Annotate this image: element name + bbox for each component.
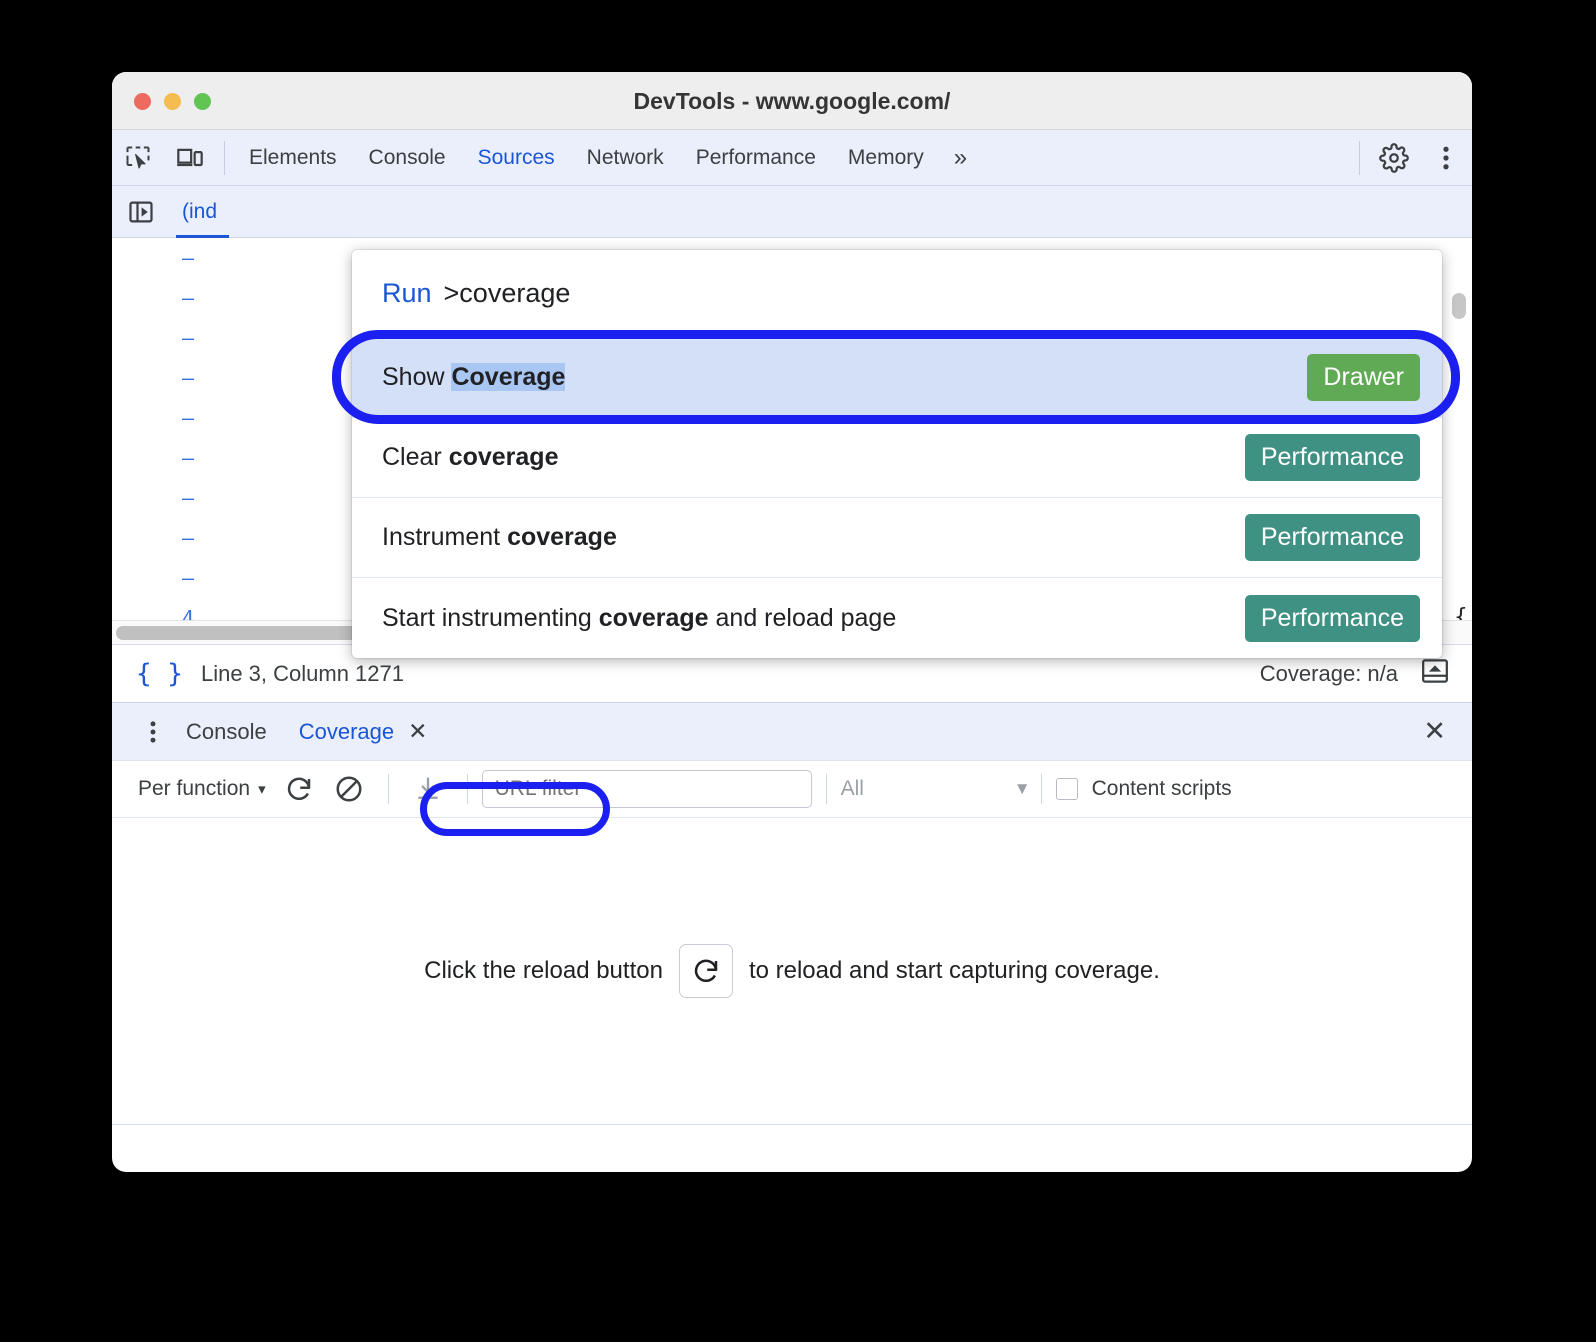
drawer-tab-coverage[interactable]: Coverage ✕: [283, 703, 444, 761]
toolbar-divider: [466, 774, 468, 804]
line-number: –: [181, 246, 194, 270]
command-item-badge: Performance: [1244, 594, 1420, 642]
line-number: –: [181, 566, 194, 590]
tab-network[interactable]: Network: [571, 130, 680, 186]
tab-sources[interactable]: Sources: [462, 130, 571, 186]
coverage-empty-state: Click the reload button to reload and st…: [112, 818, 1472, 1124]
command-item-label: Start instrumenting coverage and reload …: [382, 604, 1245, 633]
toolbar-divider: [224, 140, 225, 175]
command-item-match: coverage: [598, 603, 709, 632]
close-coverage-tab-icon[interactable]: ✕: [408, 718, 427, 745]
coverage-hint-before: Click the reload button: [424, 957, 663, 984]
line-number: –: [181, 526, 194, 550]
toolbar-divider: [1040, 774, 1042, 804]
line-number: –: [181, 486, 194, 510]
window-titlebar: DevTools - www.google.com/: [112, 72, 1472, 130]
coverage-hint-after: to reload and start capturing coverage.: [748, 957, 1160, 984]
line-number: –: [181, 446, 194, 470]
reload-icon[interactable]: [274, 774, 324, 804]
command-item-label: Instrument coverage: [382, 523, 1245, 552]
command-item-label: Show Coverage: [382, 363, 1307, 392]
coverage-granularity-label: Per function: [138, 777, 251, 800]
command-item-match: coverage: [507, 523, 617, 551]
tab-elements[interactable]: Elements: [233, 130, 353, 186]
devtools-window: DevTools - www.google.com/ Elements Cons…: [112, 72, 1472, 1172]
drawer-footer-divider: [112, 1124, 1472, 1125]
command-menu[interactable]: Run >coverage Show Coverage Drawer Clear…: [352, 250, 1442, 658]
command-item-match: coverage: [448, 443, 559, 471]
editor-vertical-scrollbar[interactable]: [1452, 293, 1466, 319]
tab-memory[interactable]: Memory: [832, 130, 940, 186]
command-menu-results: Show Coverage Drawer Clear coverage Perf…: [352, 338, 1442, 658]
command-item-instrument-coverage[interactable]: Instrument coverage Performance: [352, 498, 1442, 578]
command-item-label: Clear coverage: [382, 443, 1245, 472]
command-menu-mode-label: Run: [382, 278, 432, 308]
tab-console[interactable]: Console: [353, 130, 462, 186]
tab-performance[interactable]: Performance: [680, 130, 832, 186]
command-item-badge: Performance: [1244, 514, 1420, 561]
show-drawer-icon[interactable]: [1420, 658, 1450, 690]
command-item-prefix: Clear: [382, 443, 449, 471]
chevron-down-icon: ▾: [258, 781, 266, 798]
kebab-menu-icon[interactable]: [136, 718, 170, 746]
drawer-tab-console[interactable]: Console: [170, 703, 283, 761]
device-toolbar-icon[interactable]: [164, 136, 216, 180]
command-item-badge: Performance: [1244, 434, 1420, 481]
devtools-main-tabbar: Elements Console Sources Network Perform…: [112, 130, 1472, 186]
drawer-tab-coverage-label: Coverage: [298, 718, 395, 744]
gear-icon[interactable]: [1368, 136, 1420, 180]
command-item-match: Coverage: [451, 363, 566, 391]
line-number: –: [181, 286, 194, 310]
toolbar-divider: [387, 774, 389, 804]
url-filter-input[interactable]: [481, 770, 812, 808]
file-tab-index[interactable]: (ind: [170, 186, 230, 238]
toolbar-divider: [825, 774, 827, 804]
command-item-prefix: Show: [382, 363, 452, 391]
status-bar-right: Coverage: n/a: [1260, 658, 1450, 690]
kebab-menu-icon[interactable]: [1420, 136, 1472, 180]
pretty-print-braces-icon[interactable]: { }: [136, 659, 183, 689]
content-scripts-checkbox-row[interactable]: Content scripts: [1055, 777, 1232, 801]
chevron-down-icon: ▼: [1013, 779, 1031, 798]
close-drawer-icon[interactable]: ✕: [1423, 716, 1446, 747]
window-title: DevTools - www.google.com/: [633, 88, 951, 114]
coverage-granularity-select[interactable]: Per function ▾: [130, 777, 274, 801]
command-item-suffix: and reload page: [708, 603, 897, 632]
coverage-status: Coverage: n/a: [1259, 660, 1398, 686]
coverage-toolbar: Per function ▾ All ▼: [112, 760, 1472, 818]
command-item-prefix: Start instrumenting: [382, 603, 599, 632]
cursor-position: Line 3, Column 1271: [200, 660, 404, 686]
download-export-icon[interactable]: [403, 775, 453, 803]
coverage-type-filter-label: All: [840, 777, 864, 800]
show-navigator-icon[interactable]: [112, 186, 170, 238]
drawer-tabbar: Console Coverage ✕ ✕: [112, 702, 1472, 760]
coverage-type-filter-select[interactable]: All ▼: [841, 777, 1041, 801]
command-item-show-coverage[interactable]: Show Coverage Drawer: [352, 338, 1442, 418]
line-number: –: [181, 326, 194, 350]
coverage-hint: Click the reload button to reload and st…: [424, 944, 1160, 998]
content-scripts-label: Content scripts: [1091, 777, 1232, 800]
command-item-badge: Drawer: [1307, 354, 1420, 401]
command-item-clear-coverage[interactable]: Clear coverage Performance: [352, 418, 1442, 498]
command-menu-query-row[interactable]: Run >coverage: [352, 250, 1442, 338]
command-item-prefix: Instrument: [382, 523, 508, 551]
line-number: –: [181, 366, 194, 390]
inspect-element-icon[interactable]: [112, 136, 164, 180]
command-item-start-instrumenting-coverage[interactable]: Start instrumenting coverage and reload …: [352, 578, 1442, 658]
tabbar-right-group: [1351, 130, 1472, 185]
content-scripts-checkbox[interactable]: [1055, 778, 1078, 800]
line-number: –: [181, 406, 194, 430]
command-menu-query-input[interactable]: >coverage: [444, 278, 571, 309]
line-number-gutter: – – – – – – – – – 4 –: [112, 238, 208, 644]
more-tabs-icon[interactable]: »: [940, 130, 978, 186]
toolbar-divider: [1359, 140, 1360, 175]
reload-icon[interactable]: [678, 944, 733, 998]
sources-file-tabbar: (ind: [112, 186, 1472, 238]
clear-prohibited-icon[interactable]: [324, 774, 374, 804]
